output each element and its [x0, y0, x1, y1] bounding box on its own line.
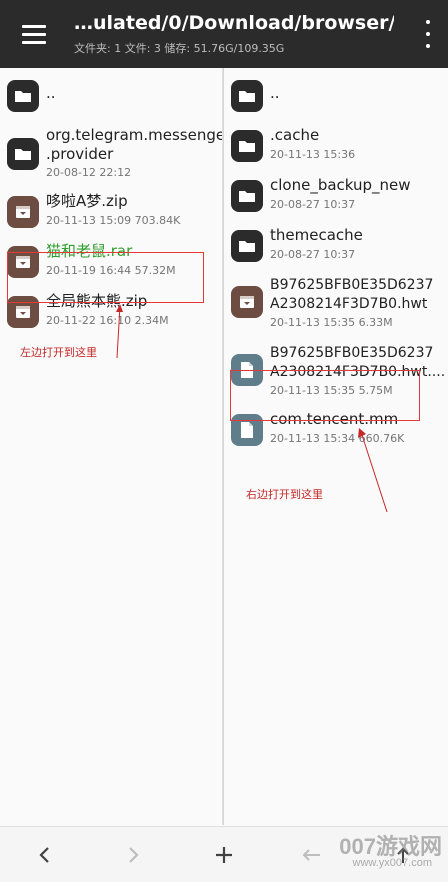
back-button[interactable]: [30, 841, 60, 869]
file-name: 哆啦A梦.zip: [46, 192, 128, 210]
highlight-box-right: [230, 370, 420, 421]
file-name: ..: [270, 84, 280, 102]
file-name: themecache: [270, 226, 363, 244]
forward-button[interactable]: [118, 841, 148, 869]
folder-icon: [231, 230, 263, 262]
arrow-annotation-left: [116, 304, 123, 359]
file-meta: 20-11-13 15:09 703.84K: [46, 214, 181, 227]
file-name: B97625BFB0E35D6237: [270, 277, 434, 293]
folder-icon: [231, 80, 263, 112]
arrow-annotation-right: [358, 428, 388, 513]
arrow-left-icon: [302, 849, 320, 861]
highlight-box-left: [7, 252, 204, 303]
plus-icon: [216, 847, 232, 863]
file-meta: 20-11-13 15:36: [270, 148, 356, 161]
file-meta: 20-08-27 10:37: [270, 248, 356, 261]
right-file-pane: .. .cache 20-11-13 15:36 clone_backup_ne…: [224, 68, 448, 825]
app-bar: …ulated/0/Download/browser/ 文件夹: 1 文件: 3…: [0, 0, 448, 68]
list-item-archive[interactable]: B97625BFB0E35D6237 A2308214F3D7B0.hwt 20…: [224, 272, 448, 338]
chevron-left-icon: [39, 847, 49, 863]
swap-left-button[interactable]: [296, 841, 326, 869]
folder-icon: [7, 80, 39, 112]
file-name: .cache: [270, 126, 320, 144]
folder-icon: [7, 138, 39, 170]
annotation-right-label: 右边打开到这里: [246, 488, 323, 501]
watermark-url: www.yx007.com: [352, 857, 432, 869]
menu-icon[interactable]: [14, 16, 54, 52]
file-name: ..: [46, 84, 56, 102]
add-button[interactable]: [209, 841, 239, 869]
more-options-icon[interactable]: [420, 20, 436, 48]
chevron-right-icon: [129, 847, 139, 863]
file-meta: 20-11-13 15:35 6.33M: [270, 316, 393, 329]
file-name-line2: .provider: [46, 145, 114, 163]
file-name: clone_backup_new: [270, 176, 411, 194]
file-name-line2: A2308214F3D7B0.hwt: [270, 296, 428, 312]
annotation-left-label: 左边打开到这里: [20, 346, 97, 359]
storage-summary: 文件夹: 1 文件: 3 储存: 51.76G/109.35G: [74, 42, 285, 55]
archive-icon: [231, 286, 263, 318]
path-title: …ulated/0/Download/browser/: [74, 12, 394, 34]
left-file-pane: .. org.telegram.messenger .provider 20-0…: [0, 68, 223, 825]
list-item-folder[interactable]: org.telegram.messenger .provider 20-08-1…: [0, 122, 223, 186]
file-name: org.telegram.messenger: [46, 126, 223, 144]
file-name: B97625BFB0E35D6237: [270, 345, 434, 361]
folder-icon: [231, 130, 263, 162]
file-meta: 20-08-27 10:37: [270, 198, 356, 211]
file-meta: 20-08-12 22:12: [46, 166, 132, 179]
archive-icon: [7, 196, 39, 228]
folder-icon: [231, 180, 263, 212]
